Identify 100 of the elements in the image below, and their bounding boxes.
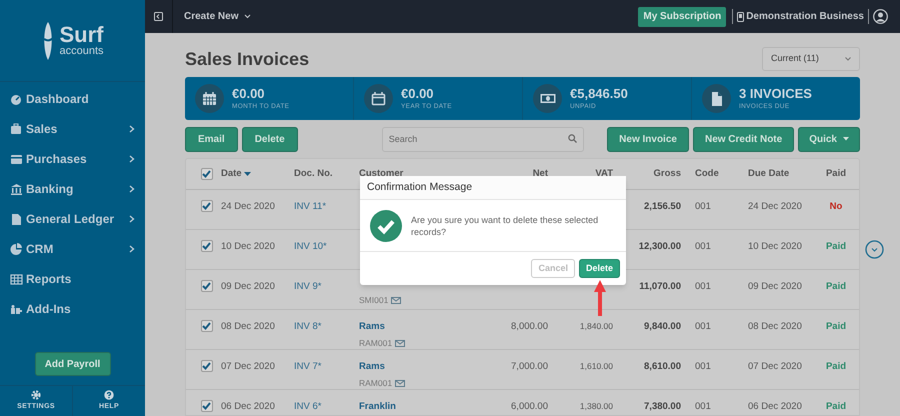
date-cell: 06 Dec 2020	[221, 401, 275, 412]
paid-status: Paid	[826, 320, 846, 334]
gross-cell-text: 9,840.00	[644, 320, 681, 334]
checkmark-icon	[202, 362, 211, 370]
puzzle-icon	[10, 302, 23, 316]
gauge-icon	[10, 92, 23, 106]
chevron-right-icon	[129, 245, 135, 253]
checkbox[interactable]	[200, 280, 212, 292]
sidebar-item[interactable]: Purchases	[0, 144, 145, 174]
checkmark-icon	[202, 402, 211, 410]
paid-status: No	[830, 200, 842, 214]
paid-status: Paid	[826, 240, 846, 254]
up-arrow-icon	[594, 280, 606, 317]
sidebar-item[interactable]: General Ledger	[0, 204, 145, 234]
column-header[interactable]: Gross	[654, 166, 681, 182]
sidebar-item[interactable]: CRM	[0, 234, 145, 264]
document-link[interactable]: INV 11*	[294, 201, 326, 212]
card-icon	[10, 152, 23, 166]
checkbox[interactable]	[200, 168, 212, 180]
toolbar-button[interactable]: Delete	[242, 126, 298, 152]
chevron-right-icon	[129, 185, 135, 193]
gross-cell-text: 8,610.00	[644, 360, 681, 374]
checkbox[interactable]	[200, 400, 212, 412]
delete-button[interactable]: Delete	[578, 259, 620, 278]
checkmark-icon	[202, 170, 211, 178]
sidebar-item[interactable]: Banking	[0, 174, 145, 204]
customer-link[interactable]: Rams	[359, 320, 486, 334]
pie-chart-icon	[10, 242, 23, 256]
sidebar-item[interactable]: Reports	[0, 264, 145, 294]
column-header[interactable]: Code	[695, 166, 719, 182]
envelope-icon	[391, 296, 402, 304]
document-link[interactable]: INV 8*	[294, 321, 322, 332]
checkmark-icon	[202, 322, 211, 330]
code-cell: 001	[695, 361, 711, 372]
checkbox[interactable]	[200, 240, 212, 252]
quick-menu-button[interactable]: Quick	[798, 126, 860, 152]
calendar-icon	[202, 90, 218, 106]
paid-status: Paid	[826, 280, 846, 294]
add-payroll-button[interactable]: Add Payroll	[34, 352, 110, 376]
document-link[interactable]: INV 7*	[294, 361, 322, 372]
dialog-title: Confirmation Message	[367, 180, 472, 195]
date-cell: 09 Dec 2020	[221, 281, 275, 292]
subscription-button[interactable]: My Subscription	[638, 6, 726, 26]
business-menu[interactable]: Demonstration Business	[737, 9, 864, 24]
account-code: RAM001	[359, 337, 392, 350]
building-icon	[737, 12, 744, 22]
period-dropdown[interactable]: Current (11)	[762, 47, 860, 71]
chevron-down-icon	[845, 57, 851, 61]
chevron-down-icon	[244, 14, 252, 19]
document-link[interactable]: INV 6*	[294, 401, 322, 412]
date-cell: 24 Dec 2020	[221, 201, 275, 212]
toolbar-button[interactable]: Email	[185, 126, 238, 152]
vat-cell: 1,840.00	[580, 320, 613, 333]
stat-value: 3 INVOICES	[739, 86, 812, 100]
create-new-menu[interactable]: Create New	[173, 9, 252, 24]
document-icon	[10, 212, 23, 226]
sidebar-item[interactable]: Sales	[0, 114, 145, 144]
checkbox[interactable]	[200, 360, 212, 372]
stat-value: €0.00	[232, 86, 266, 100]
net-cell-text: 6,000.00	[511, 400, 548, 414]
sidebar-item[interactable]: Add-Ins	[0, 294, 145, 324]
code-cell: 001	[695, 401, 711, 412]
checkbox[interactable]	[200, 320, 212, 332]
envelope-icon	[395, 340, 406, 348]
sidebar-item[interactable]: Dashboard	[0, 84, 145, 114]
logo-text: Surf	[59, 24, 104, 46]
date-cell: 07 Dec 2020	[221, 361, 275, 372]
column-header[interactable]: Date	[221, 166, 251, 182]
net-cell-text: 8,000.00	[511, 320, 548, 334]
code-cell: 001	[695, 281, 711, 292]
check-circle-icon	[370, 210, 402, 242]
gross-cell-text: 11,070.00	[639, 280, 681, 294]
account-code: RAM001	[359, 377, 392, 390]
gear-icon	[31, 390, 41, 400]
column-header[interactable]: Paid	[826, 166, 846, 182]
bank-icon	[10, 182, 23, 196]
due-date-cell: 24 Dec 2020	[748, 201, 802, 212]
table-icon	[10, 272, 23, 286]
checkmark-icon	[202, 202, 211, 210]
paid-status: Paid	[826, 360, 846, 374]
due-date-cell: 08 Dec 2020	[748, 321, 802, 332]
gross-cell-text: 7,380.00	[644, 400, 681, 414]
customer-link[interactable]: Franklin	[359, 400, 486, 414]
paid-status: Paid	[826, 400, 846, 414]
checkbox[interactable]	[200, 200, 212, 212]
gross-cell-text: 2,156.50	[644, 200, 681, 214]
column-header[interactable]: Due Date	[748, 166, 790, 182]
checkmark-icon	[202, 282, 211, 290]
document-link[interactable]: INV 10*	[294, 241, 327, 252]
search-field[interactable]: Search	[382, 126, 584, 152]
document-link[interactable]: INV 9*	[294, 281, 322, 292]
code-cell: 001	[695, 201, 711, 212]
date-cell: 08 Dec 2020	[221, 321, 275, 332]
customer-link[interactable]: Rams	[359, 360, 486, 374]
briefcase-icon	[10, 122, 23, 136]
toolbar-button[interactable]: New Invoice	[607, 126, 689, 152]
sidebar-toggle-icon	[154, 12, 163, 21]
column-header[interactable]: Doc. No.	[294, 166, 333, 182]
toolbar-button[interactable]: New Credit Note	[692, 126, 794, 152]
dialog-message: Are you sure you want to delete these selected records?	[411, 214, 600, 238]
